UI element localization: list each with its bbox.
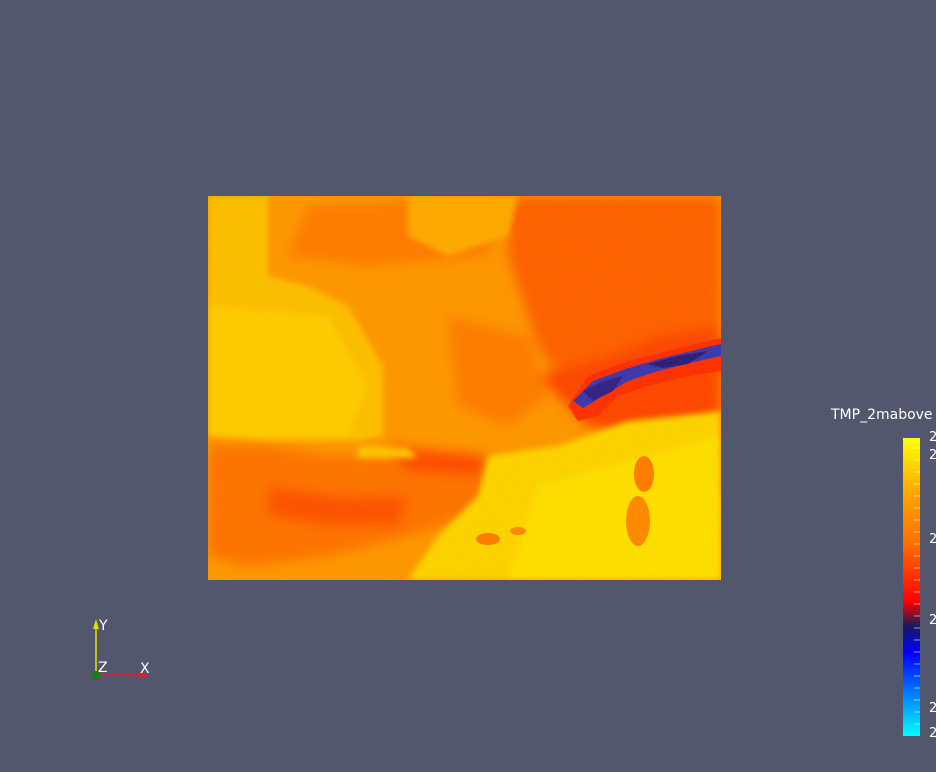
scalar-bar-tick-label: 2 bbox=[929, 532, 936, 547]
scalar-bar-tick-label: 2 bbox=[929, 701, 936, 716]
render-view[interactable]: TMP_2mabove 2 2 2 2 2 2 Y X Z bbox=[0, 0, 936, 772]
scalar-bar-title: TMP_2mabove bbox=[831, 407, 933, 423]
y-axis-label: Y bbox=[99, 618, 108, 634]
scalar-bar-tick-label: 2 bbox=[929, 430, 936, 445]
scalar-bar-tick-label: 2 bbox=[929, 448, 936, 463]
z-axis-label: Z bbox=[98, 660, 108, 676]
scalar-bar[interactable] bbox=[903, 438, 920, 736]
x-axis-label: X bbox=[140, 661, 150, 677]
scalar-bar-tick-label: 2 bbox=[929, 613, 936, 628]
orientation-axes: Y X Z bbox=[80, 615, 160, 685]
temperature-map bbox=[208, 196, 721, 580]
scalar-bar-tick-label: 2 bbox=[929, 726, 936, 741]
